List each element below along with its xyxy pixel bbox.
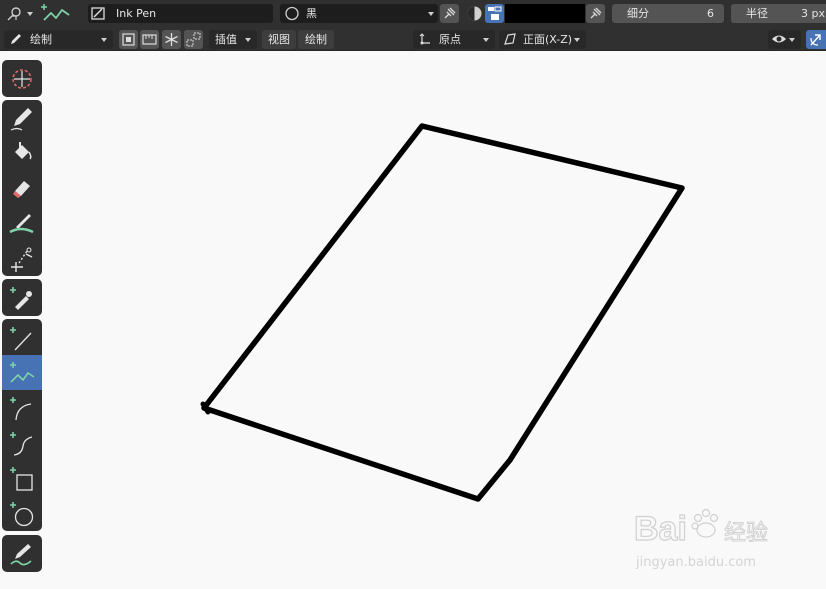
tool-tint[interactable] bbox=[2, 205, 42, 240]
fill-icon bbox=[15, 142, 32, 160]
watermark: Bai 经验 jingyan.baidu.com bbox=[632, 500, 792, 578]
watermark-brand-cn: 经验 bbox=[724, 521, 768, 546]
tool-circle[interactable] bbox=[2, 495, 42, 530]
box-icon bbox=[10, 467, 33, 491]
tool-cursor[interactable] bbox=[2, 61, 42, 96]
toolbar-group-paint bbox=[2, 100, 42, 276]
tool-box[interactable] bbox=[2, 460, 42, 495]
toolbar-group-cursor bbox=[2, 60, 42, 97]
tool-arc[interactable] bbox=[2, 390, 42, 425]
arc-icon bbox=[10, 397, 32, 421]
tool-draw[interactable] bbox=[2, 100, 42, 135]
tool-erase[interactable] bbox=[2, 170, 42, 205]
watermark-brand: Bai bbox=[634, 510, 687, 548]
erase-icon bbox=[13, 181, 30, 198]
tool-polyline[interactable] bbox=[2, 355, 42, 390]
paw-icon bbox=[691, 508, 719, 538]
tool-curve[interactable] bbox=[2, 425, 42, 460]
toolbar-group-primitives bbox=[2, 319, 42, 531]
tool-fill[interactable] bbox=[2, 135, 42, 170]
annotate-icon bbox=[10, 544, 32, 566]
tool-eyedropper[interactable] bbox=[2, 280, 42, 315]
drawn-stroke bbox=[201, 123, 685, 502]
toolbar-group-annotate bbox=[2, 535, 42, 572]
watermark-logo: Bai 经验 jingyan.baidu.com bbox=[633, 508, 768, 570]
tool-annotate[interactable] bbox=[2, 536, 42, 571]
toolbar-group-eyedropper bbox=[2, 279, 42, 316]
tool-cutter[interactable] bbox=[2, 240, 42, 275]
eyedropper-icon bbox=[10, 287, 32, 310]
polyline-icon bbox=[10, 362, 35, 383]
draw-icon bbox=[10, 108, 32, 131]
circle-icon bbox=[10, 502, 34, 527]
tool-line[interactable] bbox=[2, 320, 42, 355]
tint-icon bbox=[9, 214, 34, 234]
cursor-icon bbox=[12, 69, 32, 89]
cutter-icon bbox=[11, 247, 33, 272]
curve-icon bbox=[10, 432, 33, 456]
watermark-url: jingyan.baidu.com bbox=[635, 555, 756, 570]
line-icon bbox=[10, 327, 32, 351]
